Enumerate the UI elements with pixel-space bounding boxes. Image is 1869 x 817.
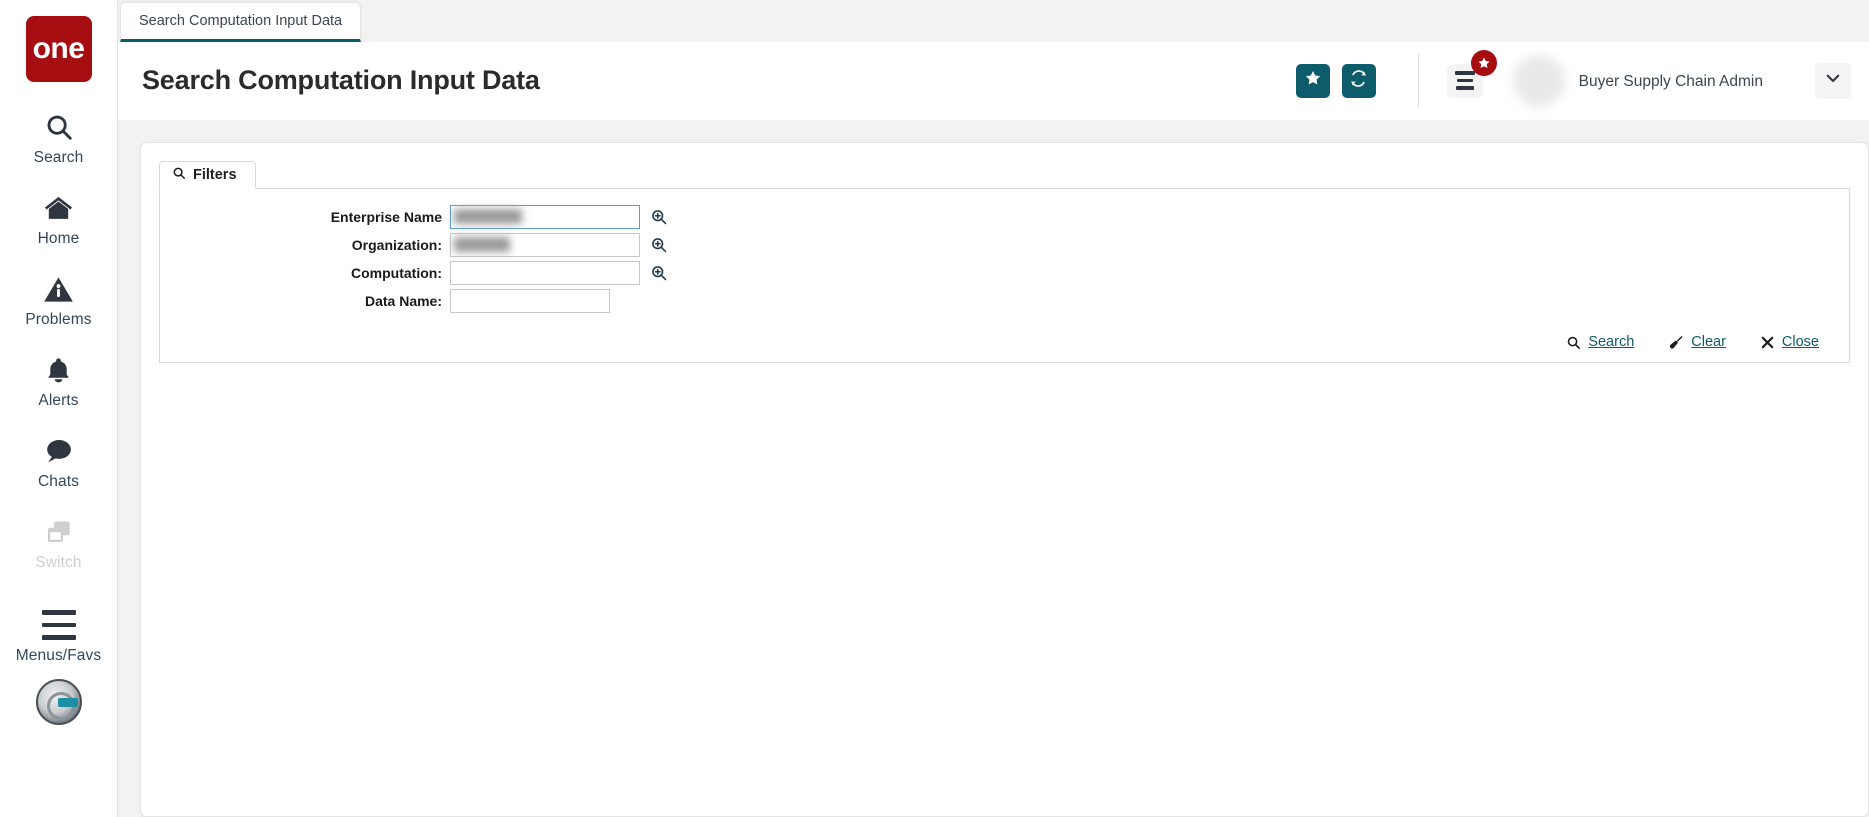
filter-label: Data Name: (160, 293, 450, 309)
hamburger-line (1457, 79, 1473, 83)
search-icon (1566, 335, 1581, 350)
brand-logo-text: one (33, 34, 85, 64)
chat-bubble-icon (43, 432, 74, 470)
broom-icon (1668, 334, 1684, 350)
left-navigation-rail: one Search Home (0, 0, 118, 817)
menus-button[interactable] (1447, 64, 1483, 98)
close-link[interactable]: Close (1760, 334, 1819, 350)
filter-label: Enterprise Name (160, 209, 450, 225)
search-icon (44, 108, 74, 146)
organization-input[interactable] (450, 233, 640, 257)
sidebar-item-alerts[interactable]: Alerts (0, 351, 118, 410)
sidebar-item-label: Problems (25, 311, 91, 329)
star-icon (1304, 69, 1322, 92)
bell-icon (44, 351, 73, 389)
warning-triangle-icon (43, 270, 74, 308)
document-tab-label: Search Computation Input Data (139, 13, 342, 29)
search-link[interactable]: Search (1566, 334, 1634, 350)
hamburger-line (1456, 86, 1474, 90)
brand-logo[interactable]: one (26, 16, 92, 82)
computation-input[interactable] (450, 261, 640, 285)
user-role: Buyer Supply Chain Admin (1579, 72, 1763, 91)
filter-row-computation: Computation: (160, 259, 1849, 286)
content-area: Search Computation Input Data Search Com… (118, 0, 1869, 817)
user-avatar-icon[interactable] (36, 679, 82, 725)
refresh-button[interactable] (1342, 64, 1376, 98)
tab-filters[interactable]: Filters (159, 161, 256, 189)
sidebar-item-label: Menus/Favs (16, 647, 101, 665)
user-profile-block[interactable]: Buyer Supply Chain Admin (1513, 55, 1763, 107)
sidebar-item-chats[interactable]: Chats (0, 432, 118, 491)
chevron-down-icon (1824, 69, 1842, 92)
data-name-input[interactable] (450, 289, 610, 313)
sidebar-item-label: Home (38, 230, 80, 248)
user-menu-dropdown-button[interactable] (1815, 63, 1851, 99)
hamburger-line (1455, 71, 1475, 75)
avatar (1513, 55, 1565, 107)
sidebar-item-label: Switch (35, 554, 81, 572)
user-sub-label (1579, 91, 1763, 106)
user-info: Buyer Supply Chain Admin (1579, 55, 1763, 106)
filter-row-enterprise-name: Enterprise Name (160, 203, 1849, 230)
enterprise-name-input[interactable] (450, 205, 640, 229)
filter-row-data-name: Data Name: (160, 287, 1849, 314)
home-icon (43, 189, 74, 227)
filters-panel: Enterprise Name (159, 189, 1850, 363)
organization-lookup-icon[interactable] (650, 236, 668, 254)
filters-tab-strip: Filters (159, 161, 1850, 189)
add-favorite-button[interactable] (1296, 64, 1330, 98)
filters-action-links: Search Clear (160, 334, 1819, 350)
sidebar-item-switch[interactable]: Switch (0, 513, 118, 572)
computation-lookup-icon[interactable] (650, 264, 668, 282)
header-divider (1418, 54, 1419, 108)
sidebar-item-problems[interactable]: Problems (0, 270, 118, 329)
switch-windows-icon (44, 513, 74, 551)
page-body: Filters Enterprise Name (118, 120, 1869, 817)
filter-label: Computation: (160, 265, 450, 281)
enterprise-name-lookup-icon[interactable] (650, 208, 668, 226)
sidebar-item-home[interactable]: Home (0, 189, 118, 248)
clear-link-label: Clear (1691, 334, 1726, 350)
filter-label: Organization: (160, 237, 450, 253)
sidebar-item-label: Alerts (38, 392, 78, 410)
filter-row-organization: Organization: (160, 231, 1849, 258)
content-card: Filters Enterprise Name (140, 142, 1869, 817)
sidebar-item-label: Search (34, 149, 84, 167)
document-tab-strip: Search Computation Input Data (118, 0, 1869, 42)
search-link-label: Search (1588, 334, 1634, 350)
star-badge-icon (1471, 50, 1497, 76)
search-icon (172, 166, 186, 184)
document-tab-search-computation-input-data[interactable]: Search Computation Input Data (120, 2, 361, 42)
sidebar-item-menus-favs[interactable]: Menus/Favs (0, 606, 118, 665)
tab-filters-label: Filters (193, 167, 237, 183)
hamburger-menu-icon (42, 606, 76, 644)
clear-link[interactable]: Clear (1668, 334, 1726, 350)
close-link-label: Close (1782, 334, 1819, 350)
user-name (1579, 55, 1763, 72)
refresh-icon (1349, 69, 1368, 93)
application-window: one Search Home (0, 0, 1869, 817)
close-x-icon (1760, 335, 1775, 350)
sidebar-item-label: Chats (38, 473, 79, 491)
page-header: Search Computation Input Data (118, 42, 1869, 120)
sidebar-item-search[interactable]: Search (0, 108, 118, 167)
page-title: Search Computation Input Data (142, 65, 540, 96)
